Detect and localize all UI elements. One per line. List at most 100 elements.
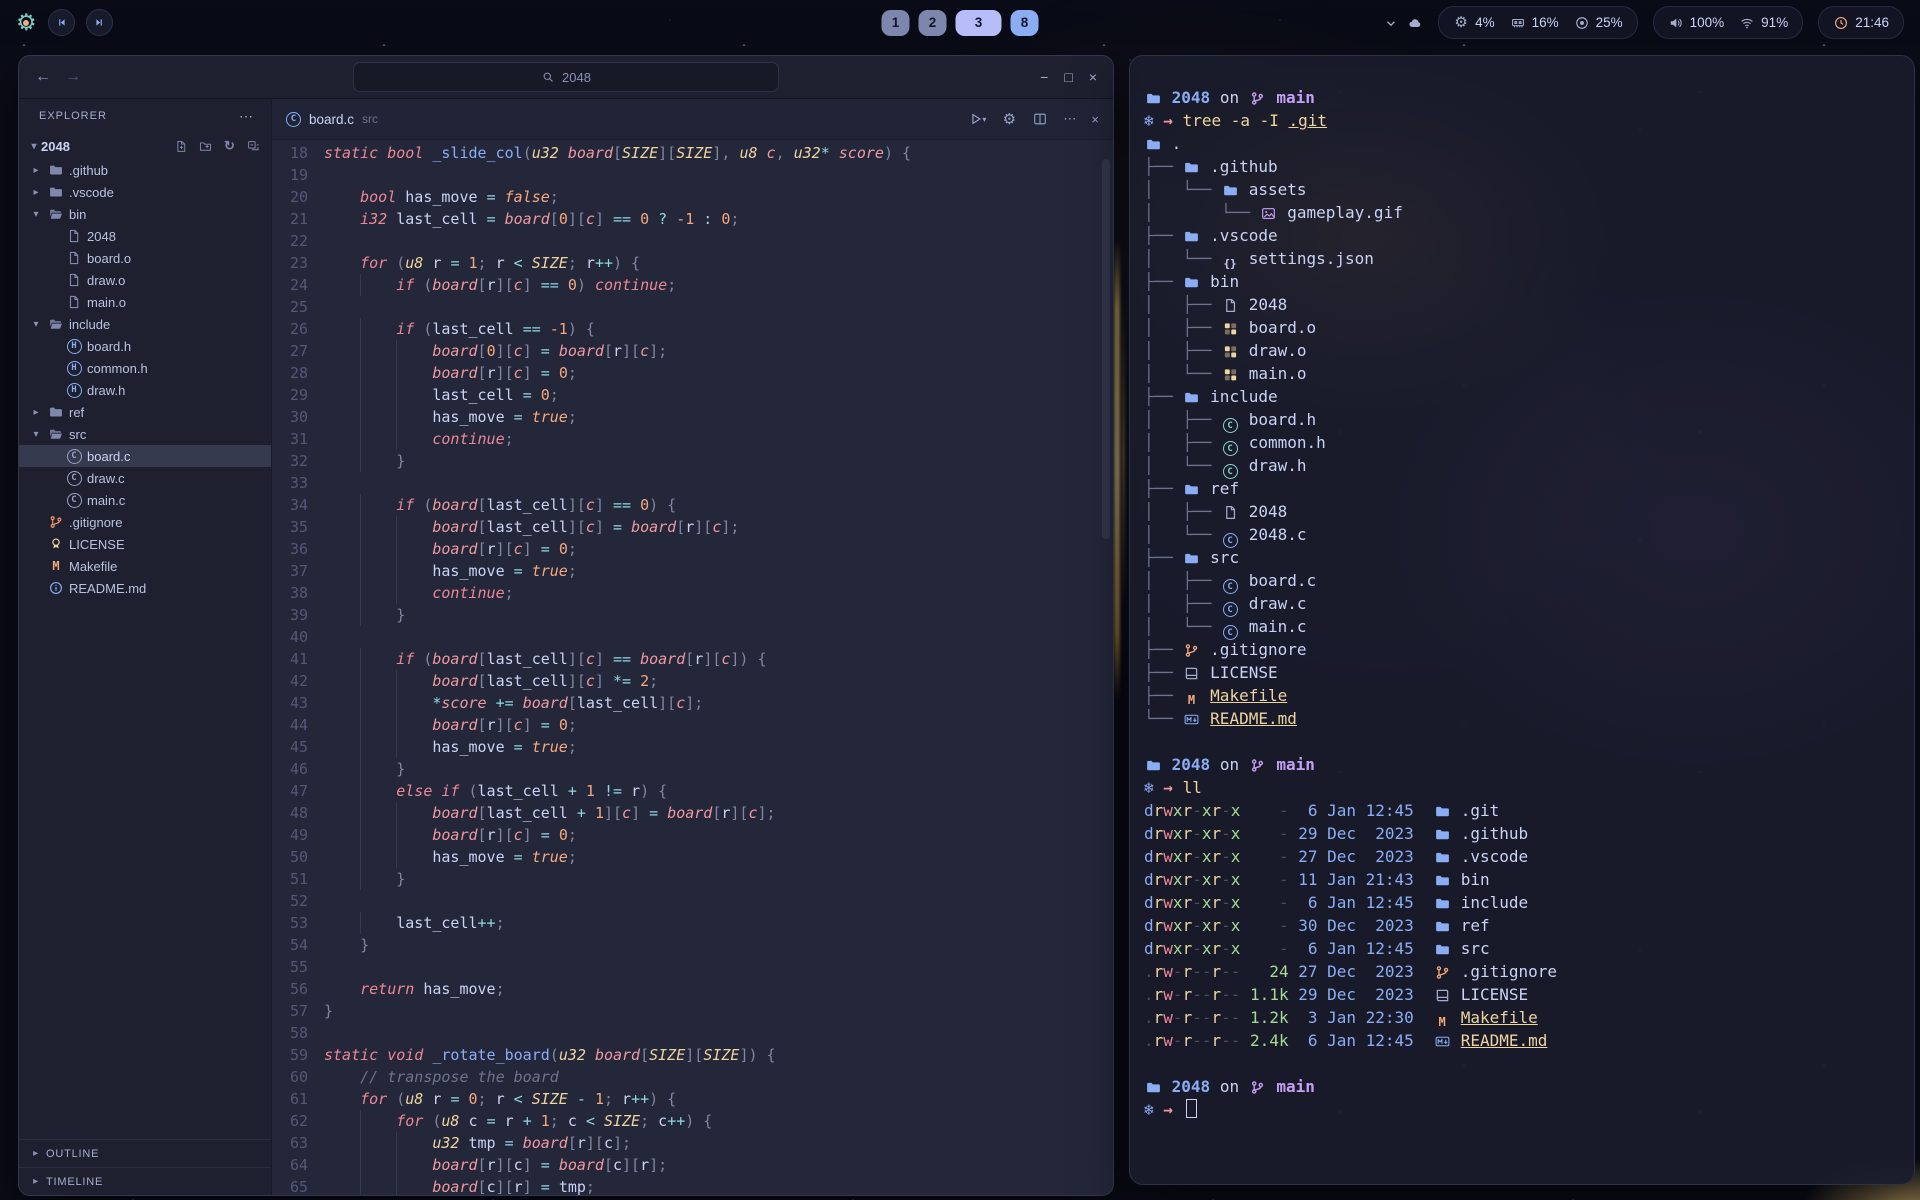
code-line-21[interactable]: 21 i32 last_cell = board[0][c] == 0 ? -1… xyxy=(272,208,1113,230)
split-editor-icon[interactable] xyxy=(1032,111,1048,127)
explorer-item-.gitignore[interactable]: .gitignore xyxy=(19,511,271,533)
command-center-search[interactable]: 2048 xyxy=(353,62,779,92)
code-line-36[interactable]: 36 board[r][c] = 0; xyxy=(272,538,1113,560)
code-line-63[interactable]: 63 u32 tmp = board[r][c]; xyxy=(272,1132,1113,1154)
code-line-51[interactable]: 51 } xyxy=(272,868,1113,890)
explorer-item-main.c[interactable]: Cmain.c xyxy=(19,489,271,511)
workspace-8[interactable]: 8 xyxy=(1011,10,1039,36)
workspace-1[interactable]: 1 xyxy=(882,10,910,36)
distro-logo-icon[interactable]: ⚙ xyxy=(16,11,37,34)
more-actions-icon[interactable]: ⋯ xyxy=(239,108,253,125)
code-line-52[interactable]: 52 xyxy=(272,890,1113,912)
cpu-stat[interactable]: ⚙ 4% xyxy=(1453,15,1495,31)
run-button[interactable]: ▾ xyxy=(968,111,986,127)
code-line-48[interactable]: 48 board[last_cell + 1][c] = board[r][c]… xyxy=(272,802,1113,824)
explorer-item-README.md[interactable]: README.md xyxy=(19,577,271,599)
code-line-61[interactable]: 61 for (u8 r = 0; r < SIZE - 1; r++) { xyxy=(272,1088,1113,1110)
code-line-55[interactable]: 55 xyxy=(272,956,1113,978)
code-line-47[interactable]: 47 else if (last_cell + 1 != r) { xyxy=(272,780,1113,802)
code-line-23[interactable]: 23 for (u8 r = 1; r < SIZE; r++) { xyxy=(272,252,1113,274)
disk-stat[interactable]: 25% xyxy=(1574,15,1623,31)
terminal-window[interactable]: 2048 on main❄ → tree -a -I .git .├── .gi… xyxy=(1129,55,1915,1185)
code-line-60[interactable]: 60 // transpose the board xyxy=(272,1066,1113,1088)
new-folder-icon[interactable] xyxy=(198,139,213,154)
explorer-item-draw.h[interactable]: Hdraw.h xyxy=(19,379,271,401)
explorer-item-src[interactable]: ▾src xyxy=(19,423,271,445)
code-line-25[interactable]: 25 xyxy=(272,296,1113,318)
code-line-22[interactable]: 22 xyxy=(272,230,1113,252)
panel-outline[interactable]: ▸OUTLINE xyxy=(19,1139,271,1167)
code-line-24[interactable]: 24 if (board[r][c] == 0) continue; xyxy=(272,274,1113,296)
code-line-41[interactable]: 41 if (board[last_cell][c] == board[r][c… xyxy=(272,648,1113,670)
forward-arrow-icon[interactable]: → xyxy=(65,68,81,86)
code-line-27[interactable]: 27 board[0][c] = board[r][c]; xyxy=(272,340,1113,362)
code-line-19[interactable]: 19 xyxy=(272,164,1113,186)
explorer-item-bin[interactable]: ▾bin xyxy=(19,203,271,225)
minimize-button[interactable]: − xyxy=(1040,69,1048,85)
tab-board.c[interactable]: C board.c src xyxy=(286,112,378,127)
code-line-32[interactable]: 32 } xyxy=(272,450,1113,472)
code-line-29[interactable]: 29 last_cell = 0; xyxy=(272,384,1113,406)
more-actions-icon[interactable]: ⋯ xyxy=(1063,111,1076,127)
media-next-button[interactable] xyxy=(86,9,113,36)
code-line-64[interactable]: 64 board[r][c] = board[c][r]; xyxy=(272,1154,1113,1176)
code-line-49[interactable]: 49 board[r][c] = 0; xyxy=(272,824,1113,846)
code-editor[interactable]: 18static bool _slide_col(u32 board[SIZE]… xyxy=(272,140,1113,1195)
code-line-30[interactable]: 30 has_move = true; xyxy=(272,406,1113,428)
new-file-icon[interactable] xyxy=(174,139,189,154)
code-line-59[interactable]: 59static void _rotate_board(u32 board[SI… xyxy=(272,1044,1113,1066)
workspace-2[interactable]: 2 xyxy=(919,10,947,36)
explorer-item-board.h[interactable]: Hboard.h xyxy=(19,335,271,357)
explorer-item-board.c[interactable]: Cboard.c xyxy=(19,445,271,467)
memory-stat[interactable]: 16% xyxy=(1510,15,1559,31)
code-line-57[interactable]: 57} xyxy=(272,1000,1113,1022)
maximize-button[interactable]: □ xyxy=(1064,69,1072,85)
back-arrow-icon[interactable]: ← xyxy=(35,68,51,86)
explorer-item-2048[interactable]: 2048 xyxy=(19,225,271,247)
code-line-54[interactable]: 54 } xyxy=(272,934,1113,956)
code-line-31[interactable]: 31 continue; xyxy=(272,428,1113,450)
media-prev-button[interactable] xyxy=(48,9,75,36)
code-line-37[interactable]: 37 has_move = true; xyxy=(272,560,1113,582)
explorer-item-LICENSE[interactable]: LICENSE xyxy=(19,533,271,555)
code-line-53[interactable]: 53 last_cell++; xyxy=(272,912,1113,934)
code-line-62[interactable]: 62 for (u8 c = r + 1; c < SIZE; c++) { xyxy=(272,1110,1113,1132)
code-line-35[interactable]: 35 board[last_cell][c] = board[r][c]; xyxy=(272,516,1113,538)
panel-timeline[interactable]: ▸TIMELINE xyxy=(19,1167,271,1195)
weather-widget[interactable] xyxy=(1383,15,1423,31)
code-line-58[interactable]: 58 xyxy=(272,1022,1113,1044)
code-line-33[interactable]: 33 xyxy=(272,472,1113,494)
explorer-item-include[interactable]: ▾include xyxy=(19,313,271,335)
code-line-39[interactable]: 39 } xyxy=(272,604,1113,626)
code-line-38[interactable]: 38 continue; xyxy=(272,582,1113,604)
code-line-46[interactable]: 46 } xyxy=(272,758,1113,780)
close-editor-icon[interactable]: × xyxy=(1091,112,1099,127)
explorer-item-board.o[interactable]: board.o xyxy=(19,247,271,269)
code-line-34[interactable]: 34 if (board[last_cell][c] == 0) { xyxy=(272,494,1113,516)
explorer-item-main.o[interactable]: main.o xyxy=(19,291,271,313)
clock-widget[interactable]: 21:46 xyxy=(1818,6,1904,39)
close-button[interactable]: × xyxy=(1089,69,1097,85)
explorer-item-.vscode[interactable]: ▸.vscode xyxy=(19,181,271,203)
workspace-3[interactable]: 3 xyxy=(956,10,1002,36)
collapse-folders-icon[interactable] xyxy=(246,139,261,154)
code-line-44[interactable]: 44 board[r][c] = 0; xyxy=(272,714,1113,736)
explorer-root-folder[interactable]: ▾ 2048 ↻ xyxy=(19,133,271,159)
code-line-26[interactable]: 26 if (last_cell == -1) { xyxy=(272,318,1113,340)
explorer-item-draw.c[interactable]: Cdraw.c xyxy=(19,467,271,489)
refresh-icon[interactable]: ↻ xyxy=(222,139,237,154)
code-line-18[interactable]: 18static bool _slide_col(u32 board[SIZE]… xyxy=(272,142,1113,164)
explorer-item-common.h[interactable]: Hcommon.h xyxy=(19,357,271,379)
code-line-65[interactable]: 65 board[c][r] = tmp; xyxy=(272,1176,1113,1195)
explorer-item-.github[interactable]: ▸.github xyxy=(19,159,271,181)
editor-scrollbar[interactable] xyxy=(1102,159,1110,539)
explorer-item-Makefile[interactable]: MMakefile xyxy=(19,555,271,577)
explorer-item-ref[interactable]: ▸ref xyxy=(19,401,271,423)
gear-icon[interactable]: ⚙ xyxy=(1001,111,1017,127)
wifi-stat[interactable]: 91% xyxy=(1739,15,1788,31)
volume-stat[interactable]: 100% xyxy=(1668,15,1725,31)
code-line-28[interactable]: 28 board[r][c] = 0; xyxy=(272,362,1113,384)
vscode-titlebar[interactable]: ← → 2048 − □ × xyxy=(19,56,1113,99)
code-line-42[interactable]: 42 board[last_cell][c] *= 2; xyxy=(272,670,1113,692)
code-line-56[interactable]: 56 return has_move; xyxy=(272,978,1113,1000)
